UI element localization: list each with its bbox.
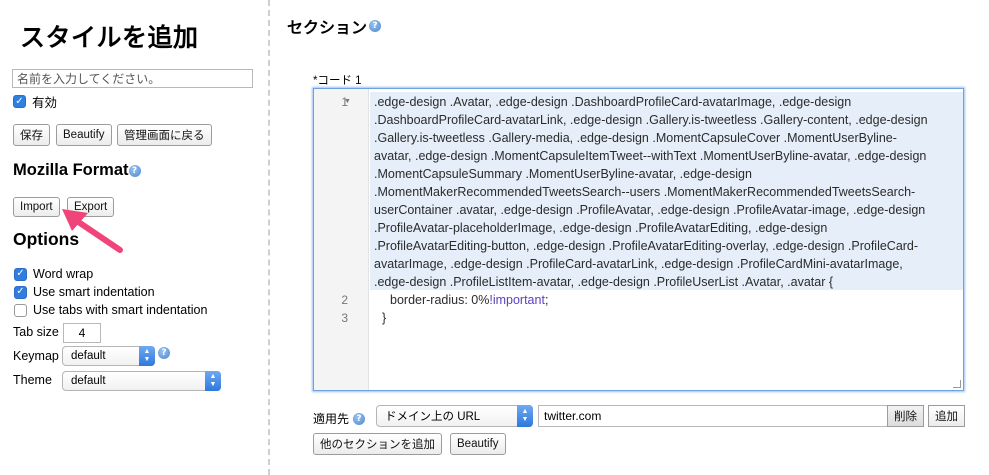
pointer-arrow-icon (62, 209, 123, 253)
back-to-manager-button[interactable]: 管理画面に戻る (117, 124, 212, 146)
keymap-label: Keymap (13, 349, 59, 363)
select-arrows-icon: ▲ ▼ (139, 346, 155, 366)
help-icon[interactable]: ? (128, 164, 141, 177)
line-number: 3 (341, 311, 348, 325)
applies-type-select[interactable]: ドメイン上の URL ▲ ▼ (376, 405, 533, 427)
sidebar-divider (268, 0, 270, 475)
code-label: *コード 1 (313, 75, 362, 87)
select-arrows-icon: ▲ ▼ (205, 371, 221, 391)
tabs-smart-indent-label: Use tabs with smart indentation (33, 303, 208, 317)
enabled-checkbox[interactable]: ✓ (13, 95, 26, 108)
resize-handle-icon[interactable] (953, 380, 961, 388)
select-arrows-icon: ▲ ▼ (517, 405, 533, 427)
sidebar: スタイルを追加 ✓ 有効 保存 Beautify 管理画面に戻る Mozilla… (0, 0, 268, 475)
fold-arrow-icon[interactable]: ▼ (344, 98, 351, 105)
word-wrap-checkbox[interactable]: ✓ (14, 267, 27, 281)
theme-select[interactable]: default ▲ ▼ (62, 371, 221, 391)
page-title: スタイルを追加 (20, 24, 199, 52)
smart-indent-checkbox[interactable]: ✓ (14, 285, 27, 299)
code-line: userContainer .avatar, .edge-design .Pro… (374, 203, 926, 217)
add-section-button[interactable]: 他のセクションを追加 (313, 433, 442, 455)
beautify-section-button[interactable]: Beautify (450, 433, 506, 455)
tab-size-label: Tab size (13, 325, 59, 339)
beautify-button[interactable]: Beautify (56, 124, 112, 146)
code-line: .edge-design .ProfileListItem-avatar, .e… (374, 275, 834, 289)
applies-value-input[interactable] (538, 405, 888, 427)
code-line: .ProfileAvatar-placeholderImage, .edge-d… (374, 221, 828, 235)
keymap-select[interactable]: default ▲ ▼ (62, 346, 155, 366)
code-line: avatar, .edge-design .MomentCapsuleItemT… (374, 149, 927, 163)
enabled-checkbox-row[interactable]: ✓ 有効 (13, 92, 57, 111)
applies-type-value: ドメイン上の URL (385, 411, 481, 423)
css-important: !important (489, 293, 545, 307)
code-line: avatarImage, .edge-design .ProfileCard-a… (374, 257, 903, 271)
section-title: セクション (287, 20, 368, 37)
word-wrap-label: Word wrap (33, 267, 94, 281)
mozilla-format-title: Mozilla Format (13, 161, 129, 179)
smart-indent-row[interactable]: ✓ Use smart indentation (14, 285, 155, 299)
code-line: .ProfileAvatarEditing-button, .edge-desi… (374, 239, 919, 253)
editor-gutter: 1 ▼ 2 3 (314, 89, 369, 390)
tabs-smart-indent-checkbox[interactable] (14, 303, 27, 317)
code-editor[interactable]: 1 ▼ 2 3 .edge-design .Avatar, .edge-desi… (313, 88, 964, 391)
code-line: .MomentMakerRecommendedTweetsSearch--use… (374, 185, 916, 199)
css-semicolon: ; (544, 293, 549, 307)
enabled-label: 有効 (32, 96, 58, 110)
code-line: .edge-design .Avatar, .edge-design .Dash… (374, 95, 852, 109)
code-line: .DashboardProfileCard-avatarLink, .edge-… (374, 113, 928, 127)
word-wrap-row[interactable]: ✓ Word wrap (14, 267, 93, 281)
applies-to-label: 適用先 (313, 412, 350, 426)
section-heading: セクション ? (287, 14, 382, 38)
keymap-help-icon[interactable]: ? (158, 347, 170, 359)
style-name-input[interactable] (12, 69, 253, 88)
line-number: 2 (341, 293, 348, 307)
applies-help-icon[interactable]: ? (353, 412, 366, 425)
line-number: 1 (341, 95, 348, 109)
mozilla-format-heading: Mozilla Format ? (13, 161, 141, 180)
smart-indent-label: Use smart indentation (33, 285, 155, 299)
section-help-icon[interactable]: ? (369, 20, 382, 32)
theme-value: default (71, 375, 106, 387)
import-button[interactable]: Import (13, 197, 60, 217)
add-button[interactable]: 追加 (928, 405, 965, 427)
tab-size-input[interactable] (63, 323, 101, 343)
css-property: border-radius: 0% (390, 293, 490, 307)
code-line-3: } (382, 311, 387, 325)
code-line-2: border-radius: 0%!important; (390, 291, 548, 309)
tabs-smart-indent-row[interactable]: Use tabs with smart indentation (14, 303, 207, 317)
applies-to-label-row: 適用先 ? (313, 410, 366, 427)
code-line: .Gallery.is-tweetless .Gallery-media, .e… (374, 131, 897, 145)
code-line: .MomentCapsuleSummary .MomentUserByline-… (374, 167, 752, 181)
delete-button[interactable]: 削除 (887, 405, 924, 427)
save-button[interactable]: 保存 (13, 124, 50, 146)
keymap-value: default (71, 350, 106, 362)
theme-label: Theme (13, 373, 52, 387)
